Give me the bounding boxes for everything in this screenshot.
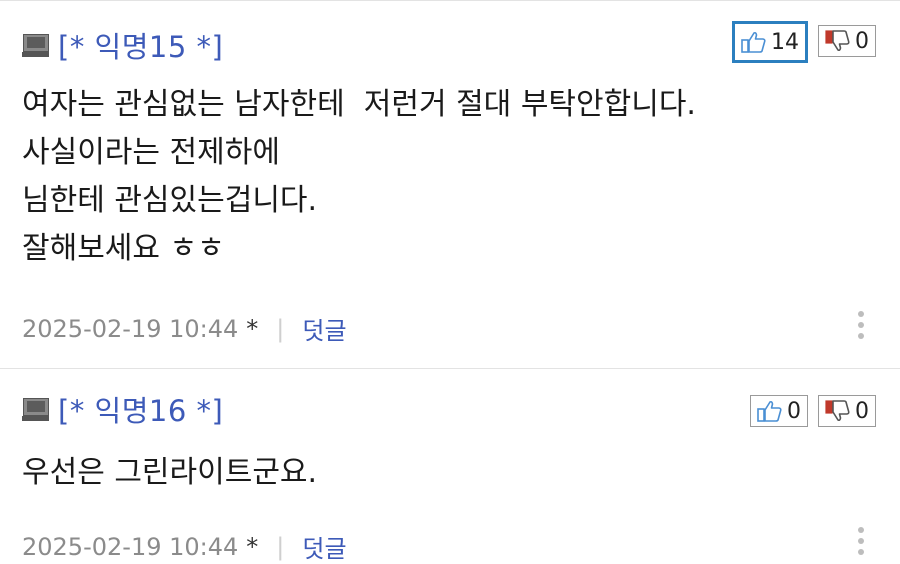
comment-item: [* 익명15 *] 14 0 여자는 관심없는 남자한테 저런거 절대 부탁안…	[0, 0, 900, 369]
comment-line: 잘해보세요 ㅎㅎ	[22, 231, 225, 266]
reply-link[interactable]: 덧글	[302, 311, 346, 346]
comment-body: 우선은 그린라이트군요.	[22, 449, 317, 497]
comment-header: [* 익명16 *]	[22, 388, 223, 430]
comment-body: 여자는 관심없는 남자한테 저런거 절대 부탁안합니다. 사실이라는 전제하에 …	[22, 81, 696, 273]
comment-meta: 2025-02-19 10:44 * | 덧글	[22, 529, 347, 564]
thumbs-down-icon	[825, 399, 851, 423]
like-count: 0	[787, 398, 801, 424]
thumbs-down-icon	[825, 29, 851, 53]
pc-monitor-icon	[22, 32, 50, 58]
more-vertical-icon[interactable]	[858, 527, 864, 555]
comment-meta: 2025-02-19 10:44 * | 덧글	[22, 311, 347, 346]
comment-timestamp: 2025-02-19 10:44	[22, 532, 239, 561]
dislike-button[interactable]: 0	[818, 395, 876, 427]
meta-separator: |	[276, 532, 285, 561]
ip-mark: *	[246, 314, 259, 343]
comment-author[interactable]: [* 익명16 *]	[58, 388, 223, 430]
comment-header: [* 익명15 *]	[22, 24, 223, 66]
comment-timestamp: 2025-02-19 10:44	[22, 314, 239, 343]
like-button[interactable]: 14	[732, 21, 808, 63]
comment-item: [* 익명16 *] 0 0 우선은 그린라이트군요. 2025-02-19 1…	[0, 368, 900, 563]
comment-line: 님한테 관심있는겁니다.	[22, 183, 318, 218]
vote-group: 14 0	[732, 21, 876, 63]
vote-group: 0 0	[750, 395, 876, 427]
dislike-button[interactable]: 0	[818, 25, 876, 57]
reply-link[interactable]: 덧글	[302, 529, 346, 564]
comment-line: 사실이라는 전제하에	[22, 135, 280, 170]
thumbs-up-icon	[741, 30, 767, 54]
ip-mark: *	[246, 532, 259, 561]
like-button[interactable]: 0	[750, 395, 808, 427]
comment-line: 여자는 관심없는 남자한테 저런거 절대 부탁안합니다.	[22, 87, 696, 122]
thumbs-up-icon	[757, 399, 783, 423]
dislike-count: 0	[855, 28, 869, 54]
comment-line: 우선은 그린라이트군요.	[22, 455, 318, 490]
pc-monitor-icon	[22, 396, 50, 422]
like-count: 14	[771, 29, 799, 55]
comment-author[interactable]: [* 익명15 *]	[58, 24, 223, 66]
meta-separator: |	[276, 314, 285, 343]
dislike-count: 0	[855, 398, 869, 424]
more-vertical-icon[interactable]	[858, 311, 864, 339]
